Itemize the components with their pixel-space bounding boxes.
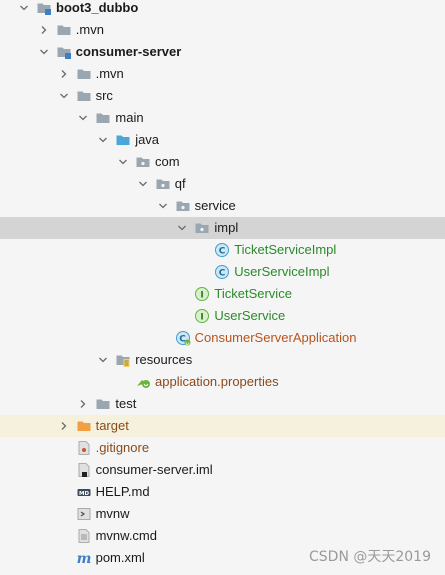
tree-node[interactable]: consumer-server <box>0 41 445 63</box>
class-icon: C <box>214 264 230 280</box>
folder-icon <box>95 396 111 412</box>
tree-node[interactable]: java <box>0 129 445 151</box>
chevron-down-icon[interactable] <box>97 134 109 146</box>
tree-node-label: mvnw.cmd <box>95 528 157 543</box>
tree-node[interactable]: qf <box>0 173 445 195</box>
package-icon <box>135 154 151 170</box>
tree-node-label: TicketService <box>214 286 292 301</box>
csdn-watermark: CSDN @天天2019 <box>309 549 431 565</box>
tree-node-label: impl <box>214 220 239 235</box>
folder-icon <box>56 22 72 38</box>
chevron-down-icon[interactable] <box>137 178 149 190</box>
tree-node-label: resources <box>135 352 193 367</box>
tree-node-label: TicketServiceImpl <box>234 242 337 257</box>
tree-node-label: UserServiceImpl <box>234 264 330 279</box>
package-icon <box>194 220 210 236</box>
tree-node[interactable]: .gitignore <box>0 437 445 459</box>
tree-node-label: target <box>95 418 129 433</box>
svg-text:m: m <box>76 551 91 566</box>
tree-node[interactable]: target <box>0 415 445 437</box>
tree-node-label: pom.xml <box>95 550 145 565</box>
interface-icon: I <box>194 308 210 324</box>
module-folder-icon <box>36 0 52 16</box>
tree-node-label: mvnw <box>95 506 130 521</box>
tree-node-label: main <box>115 110 144 125</box>
tree-node-label: .mvn <box>75 22 104 37</box>
tree-node[interactable]: impl <box>0 217 445 239</box>
chevron-down-icon[interactable] <box>77 112 89 124</box>
tree-node[interactable]: service <box>0 195 445 217</box>
tree-node-label: java <box>135 132 160 147</box>
chevron-down-icon[interactable] <box>176 222 188 234</box>
iml-file-icon <box>76 462 92 478</box>
tree-node-label: service <box>194 198 236 213</box>
spring-properties-icon <box>135 374 151 390</box>
tree-node-label: boot3_dubbo <box>56 0 139 15</box>
tree-node[interactable]: C ConsumerServerApplication <box>0 327 445 349</box>
tree-node-label: test <box>115 396 137 411</box>
tree-node[interactable]: mvnw <box>0 503 445 525</box>
chevron-down-icon[interactable] <box>58 90 70 102</box>
tree-node-label: HELP.md <box>95 484 150 499</box>
tree-node[interactable]: com <box>0 151 445 173</box>
tree-node[interactable]: I UserService <box>0 305 445 327</box>
module-folder-icon <box>56 44 72 60</box>
tree-node-label: .gitignore <box>95 440 150 455</box>
resources-folder-icon <box>115 352 131 368</box>
script-file-icon <box>76 506 92 522</box>
tree-node-label: UserService <box>214 308 286 323</box>
tree-node[interactable]: resources <box>0 349 445 371</box>
svg-text:C: C <box>219 246 226 256</box>
tree-node[interactable]: boot3_dubbo <box>0 0 445 19</box>
chevron-down-icon[interactable] <box>18 2 30 14</box>
tree-node-label: qf <box>174 176 186 191</box>
package-icon <box>175 198 191 214</box>
chevron-right-icon[interactable] <box>38 24 50 36</box>
excluded-folder-icon <box>76 418 92 434</box>
svg-text:MD: MD <box>79 491 89 497</box>
chevron-right-icon[interactable] <box>58 68 70 80</box>
tree-node-label: ConsumerServerApplication <box>194 330 357 345</box>
markdown-file-icon: MD <box>76 484 92 500</box>
chevron-down-icon[interactable] <box>117 156 129 168</box>
tree-node[interactable]: consumer-server.iml <box>0 459 445 481</box>
chevron-right-icon[interactable] <box>77 398 89 410</box>
tree-node-label: consumer-server <box>75 44 182 59</box>
tree-node[interactable]: src <box>0 85 445 107</box>
tree-node[interactable]: MD HELP.md <box>0 481 445 503</box>
class-icon: C <box>214 242 230 258</box>
tree-node-label: com <box>155 154 180 169</box>
chevron-down-icon[interactable] <box>38 46 50 58</box>
svg-text:I: I <box>201 290 204 300</box>
chevron-down-icon[interactable] <box>97 354 109 366</box>
interface-icon: I <box>194 286 210 302</box>
svg-text:I: I <box>201 312 204 322</box>
source-folder-icon <box>115 132 131 148</box>
tree-node[interactable]: C TicketServiceImpl <box>0 239 445 261</box>
spring-boot-class-icon: C <box>175 330 191 346</box>
tree-node[interactable]: I TicketService <box>0 283 445 305</box>
tree-node-label: .mvn <box>95 66 124 81</box>
chevron-right-icon[interactable] <box>58 420 70 432</box>
maven-pom-icon: m <box>76 550 92 566</box>
tree-node[interactable]: C UserServiceImpl <box>0 261 445 283</box>
tree-node[interactable]: .mvn <box>0 63 445 85</box>
chevron-down-icon[interactable] <box>157 200 169 212</box>
tree-node[interactable]: main <box>0 107 445 129</box>
tree-node[interactable]: test <box>0 393 445 415</box>
package-icon <box>155 176 171 192</box>
text-file-icon <box>76 528 92 544</box>
folder-icon <box>95 110 111 126</box>
folder-icon <box>76 66 92 82</box>
tree-node[interactable]: mvnw.cmd <box>0 525 445 547</box>
tree-node-label: src <box>95 88 113 103</box>
project-tree: boot3_dubbo .mvn consumer-server .mvn src mai… <box>0 0 445 569</box>
tree-node[interactable]: .mvn <box>0 19 445 41</box>
tree-node-label: application.properties <box>155 374 279 389</box>
tree-node[interactable]: application.properties <box>0 371 445 393</box>
svg-text:C: C <box>219 268 226 278</box>
tree-node-label: consumer-server.iml <box>95 462 213 477</box>
gitignore-file-icon <box>76 440 92 456</box>
folder-icon <box>76 88 92 104</box>
